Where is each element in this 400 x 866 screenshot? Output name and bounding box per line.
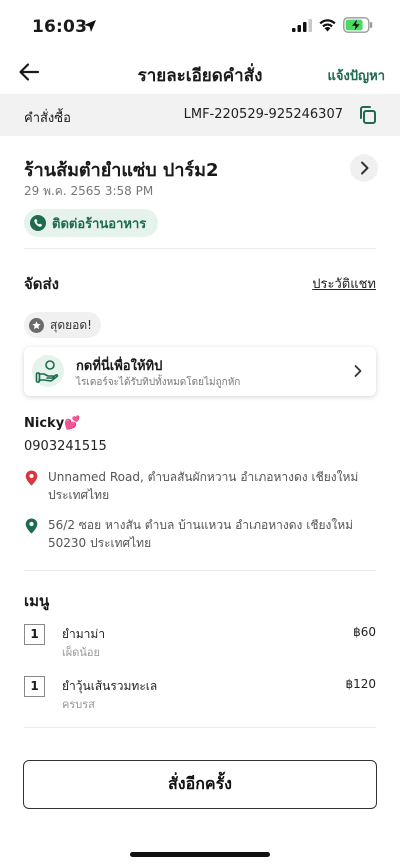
dropoff-location-pin-icon [25, 518, 38, 534]
status-time: 16:03 [32, 17, 88, 37]
delivery-section-title: จัดส่ง [24, 275, 60, 293]
divider [24, 570, 376, 571]
copy-icon[interactable] [358, 105, 378, 125]
tip-title: กดที่นี่เพื่อให้ทิป [76, 359, 163, 374]
pickup-location-pin-icon [25, 470, 38, 486]
dropoff-address: 56/2 ซอย หางสัน ตำบล บ้านแหวน อำเภอหางดง… [48, 518, 354, 550]
tip-subtitle: ไรเดอร์จะได้รับทิปทั้งหมดโดยไม่ถูกหัก [76, 377, 241, 388]
item-price: ฿60 [353, 625, 376, 639]
wifi-icon [319, 19, 336, 32]
chevron-right-icon [354, 365, 362, 377]
item-quantity: 1 [24, 624, 45, 645]
star-icon [29, 317, 44, 333]
customer-phone: 0903241515 [24, 439, 107, 454]
item-option: ครบรส [62, 698, 95, 711]
order-id-bar: คำสั่งซื้อ LMF-220529-925246307 [0, 94, 400, 136]
restaurant-name: ร้านส้มตำยำแซ่บ ปาร์ม2 [24, 160, 219, 181]
order-label: คำสั่งซื้อ [24, 111, 71, 126]
item-name: ยำวุ้นเส้นรวมทะเล [62, 679, 158, 693]
item-name: ยำมาม่า [62, 627, 106, 641]
chevron-right-icon [361, 161, 369, 175]
phone-icon [30, 215, 46, 231]
item-option: เผ็ดน้อย [62, 646, 100, 659]
item-price: ฿120 [345, 677, 376, 691]
menu-section-title: เมนู [24, 592, 50, 610]
cellular-signal-icon [292, 19, 312, 32]
rider-rating-badge: สุดยอด! [24, 312, 101, 338]
order-datetime: 29 พ.ค. 2565 3:58 PM [24, 184, 154, 198]
pickup-address: Unnamed Road, ตำบลสันผักหวาน อำเภอหางดง … [48, 470, 359, 502]
location-arrow-icon [84, 20, 96, 32]
nav-bar: รายละเอียดคำสั่ง แจ้งปัญหา [0, 52, 400, 94]
home-indicator [130, 852, 270, 857]
divider [24, 248, 376, 249]
status-bar: 16:03 [0, 0, 400, 52]
tip-rider-card[interactable]: กดที่นี่เพื่อให้ทิป ไรเดอร์จะได้รับทิปทั… [24, 347, 376, 396]
order-id: LMF-220529-925246307 [183, 107, 343, 122]
customer-name: Nicky💕 [24, 416, 81, 431]
divider [24, 727, 376, 728]
contact-restaurant-label: ติดต่อร้านอาหาร [52, 216, 147, 232]
reorder-button[interactable]: สั่งอีกครั้ง [23, 760, 377, 809]
restaurant-detail-button[interactable] [350, 154, 378, 182]
rating-label: สุดยอด! [50, 317, 92, 332]
tip-hand-icon [32, 355, 64, 387]
item-quantity: 1 [24, 676, 45, 697]
chat-history-link[interactable]: ประวัติแชท [312, 273, 376, 294]
contact-restaurant-button[interactable]: ติดต่อร้านอาหาร [24, 209, 159, 237]
report-problem-link[interactable]: แจ้งปัญหา [327, 65, 385, 86]
battery-charging-icon [343, 17, 373, 33]
